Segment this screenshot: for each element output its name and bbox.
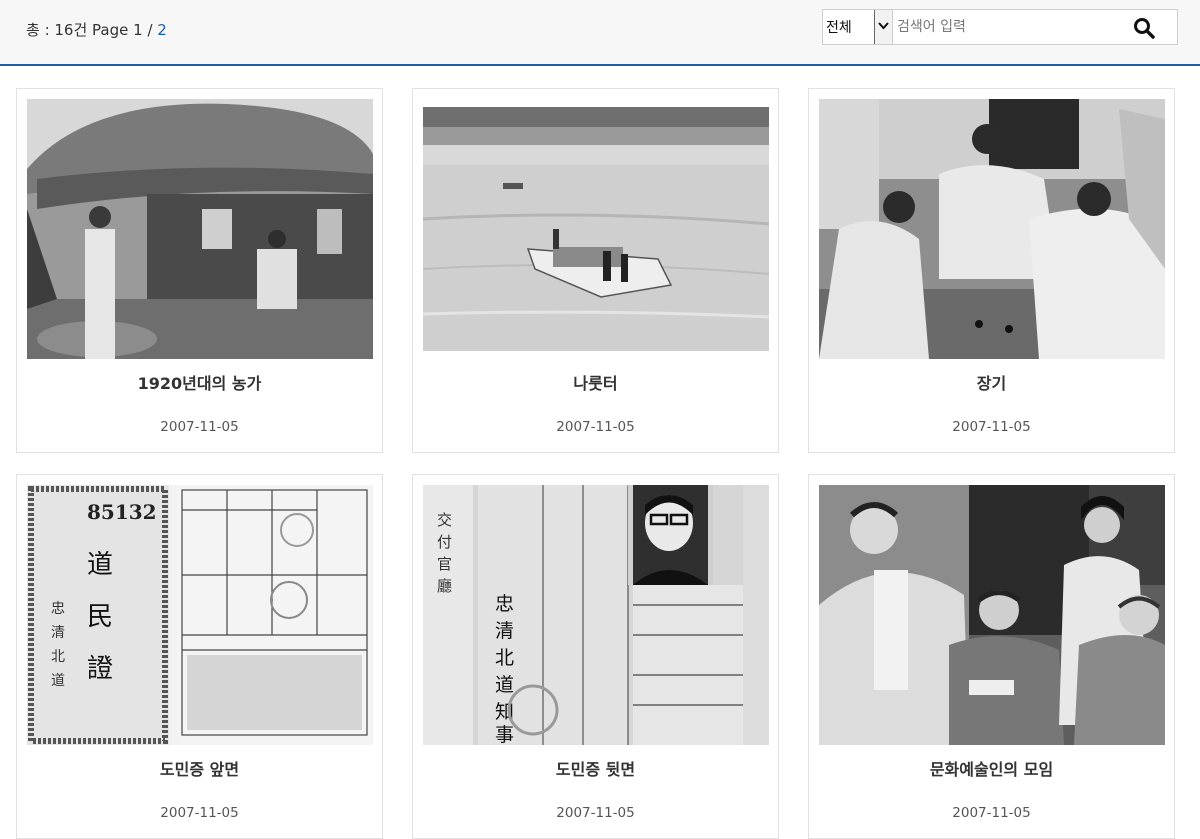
stamp-char-1: 交 (437, 511, 452, 529)
id-side-char-4: 道 (51, 673, 65, 689)
back-char-4: 道 (495, 674, 514, 696)
id-number: 85132 (87, 500, 157, 524)
id-side-char-3: 北 (51, 649, 65, 665)
card-title[interactable]: 도민증 앞면 (17, 756, 382, 780)
gallery-card[interactable]: 나룻터 2007-11-05 (412, 88, 779, 453)
stamp-char-2: 付 (437, 533, 452, 551)
card-title[interactable]: 도민증 뒷면 (413, 756, 778, 780)
card-date: 2007-11-05 (556, 419, 635, 435)
card-date: 2007-11-05 (952, 805, 1031, 821)
stamp-char-3: 官 (437, 555, 452, 573)
card-title[interactable]: 1920년대의 농가 (17, 370, 382, 394)
card-title[interactable]: 나룻터 (413, 370, 778, 394)
card-thumbnail[interactable] (423, 99, 769, 359)
card-title[interactable]: 문화예술인의 모임 (809, 756, 1174, 780)
search-scope-select[interactable]: 전체 (823, 10, 893, 44)
card-thumbnail[interactable] (27, 99, 373, 359)
card-date: 2007-11-05 (952, 419, 1031, 435)
id-char-1: 道 (87, 550, 113, 580)
id-card-front-photo: 85132 道 民 證 忠 清 北 道 (27, 485, 373, 745)
stamp-char-4: 廳 (437, 577, 452, 595)
card-thumbnail[interactable]: 交 付 官 廳 忠 清 北 道 知 事 (423, 485, 769, 745)
gallery-card[interactable]: 1920년대의 농가 2007-11-05 (16, 88, 383, 453)
list-header-bar: 총 : 16건 Page 1 / 2 전체 (0, 0, 1200, 66)
search-button[interactable] (1105, 10, 1177, 44)
id-char-2: 民 (87, 602, 113, 632)
search-form: 전체 (822, 9, 1178, 45)
card-title[interactable]: 장기 (809, 370, 1174, 394)
result-count-text: 총 : 16건 Page 1 / (26, 21, 158, 39)
artists-gathering-photo (819, 485, 1165, 745)
card-thumbnail[interactable]: 85132 道 民 證 忠 清 北 道 (27, 485, 373, 745)
chevron-down-icon[interactable] (874, 10, 892, 44)
page-total-link[interactable]: 2 (157, 21, 167, 39)
search-input[interactable] (895, 10, 1131, 44)
gallery-card[interactable]: 장기 2007-11-05 (808, 88, 1175, 453)
card-thumbnail[interactable] (819, 99, 1165, 359)
gallery-card[interactable]: 문화예술인의 모임 2007-11-05 (808, 474, 1175, 839)
search-scope-value: 전체 (826, 20, 852, 36)
search-icon (1134, 18, 1155, 39)
result-count: 총 : 16건 Page 1 / 2 (26, 19, 167, 40)
id-char-3: 證 (87, 654, 113, 684)
gallery-card[interactable]: 85132 道 民 證 忠 清 北 道 도민증 앞면 2007-11-05 (16, 474, 383, 839)
id-card-back-photo: 交 付 官 廳 忠 清 北 道 知 事 (423, 485, 769, 745)
gallery-card[interactable]: 交 付 官 廳 忠 清 北 道 知 事 도민증 뒷면 2007-11-05 (412, 474, 779, 839)
id-side-char-2: 清 (51, 625, 65, 641)
card-date: 2007-11-05 (160, 805, 239, 821)
back-char-1: 忠 (495, 593, 514, 615)
janggi-game-photo (819, 99, 1165, 359)
back-char-2: 清 (495, 620, 514, 642)
id-side-char-1: 忠 (51, 601, 65, 617)
card-thumbnail[interactable] (819, 485, 1165, 745)
back-char-6: 事 (495, 724, 514, 745)
farmhouse-photo (27, 99, 373, 359)
ferry-photo (423, 99, 769, 359)
back-char-3: 北 (495, 647, 514, 669)
card-date: 2007-11-05 (556, 805, 635, 821)
card-date: 2007-11-05 (160, 419, 239, 435)
